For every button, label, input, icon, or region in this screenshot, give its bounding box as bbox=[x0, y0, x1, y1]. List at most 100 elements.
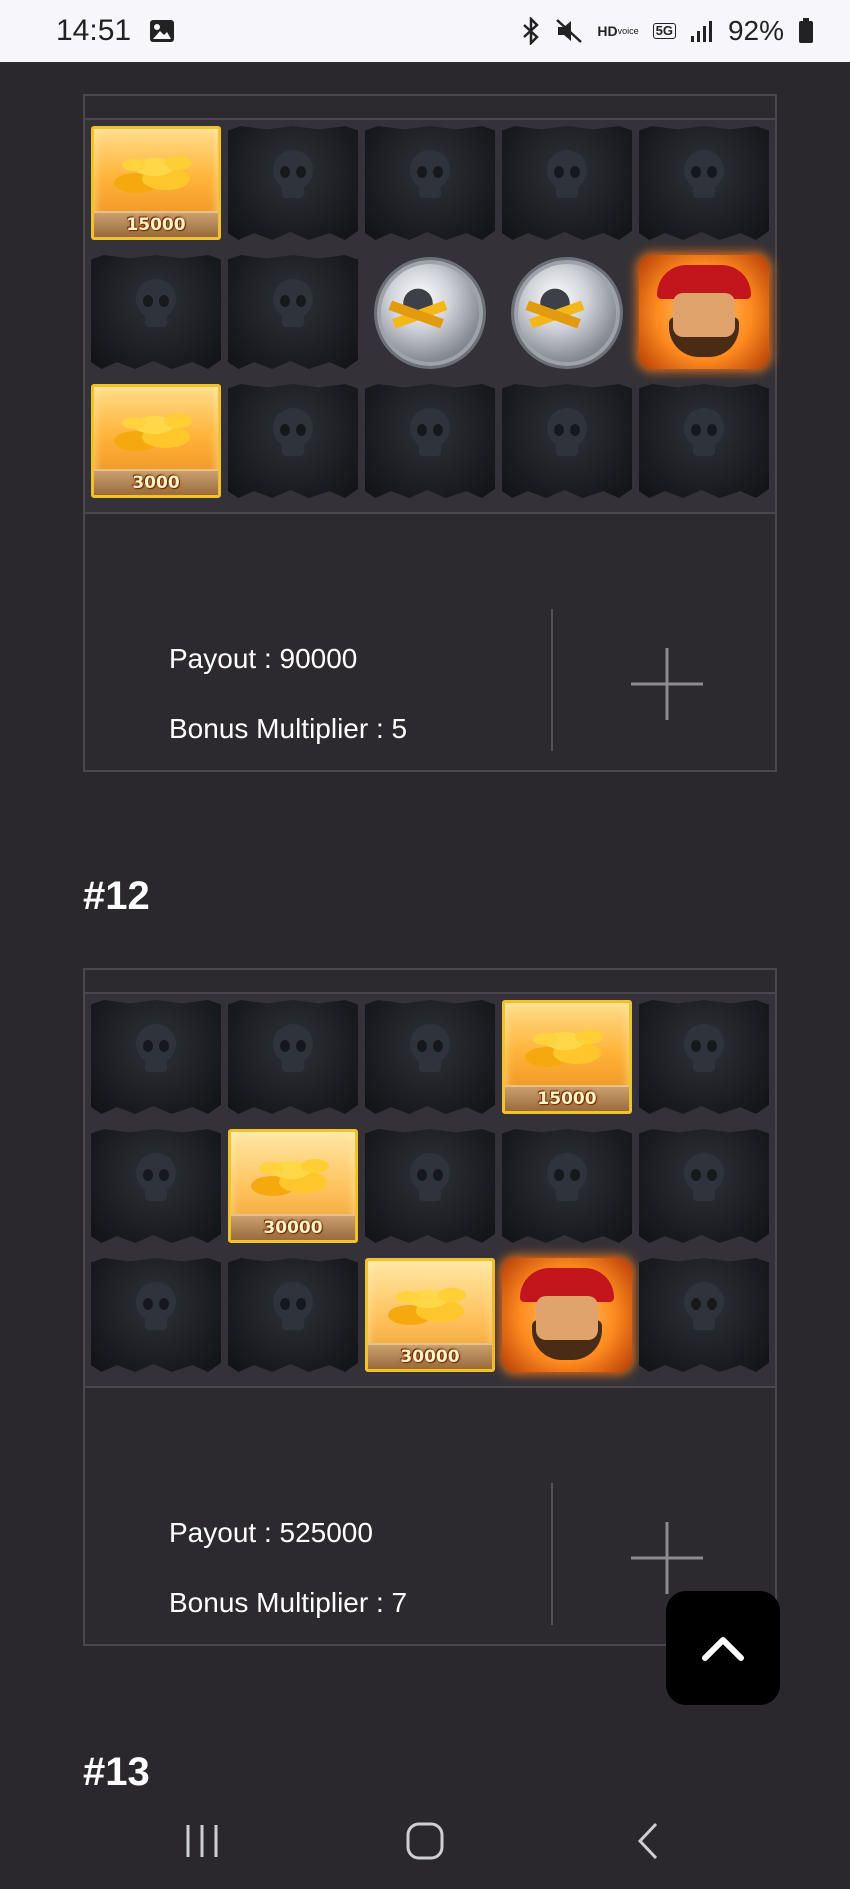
mute-icon bbox=[555, 17, 583, 45]
skull-icon bbox=[684, 408, 724, 456]
pirate-flag-symbol bbox=[91, 1129, 221, 1243]
treasure-chest-symbol: 30000 bbox=[228, 1129, 358, 1243]
skull-icon bbox=[410, 1153, 450, 1201]
pirate-flag-symbol bbox=[91, 255, 221, 369]
skull-icon bbox=[547, 1153, 587, 1201]
system-nav-bar bbox=[0, 1797, 850, 1889]
payout-label: Payout : 90000 bbox=[169, 643, 358, 674]
symbol-value-label: 3000 bbox=[132, 473, 180, 493]
pirate-flag-symbol bbox=[639, 1000, 769, 1114]
skull-icon bbox=[273, 408, 313, 456]
gold-coins-symbol: 15000 bbox=[502, 1000, 632, 1114]
treasure-chest-symbol: 30000 bbox=[365, 1258, 495, 1372]
card-header-strip bbox=[85, 96, 775, 120]
symbol-value-label: 30000 bbox=[263, 1218, 323, 1238]
skull-icon bbox=[136, 1282, 176, 1330]
battery-percent: 92% bbox=[727, 15, 784, 46]
pirate-flag-symbol bbox=[502, 126, 632, 240]
silver-coin-symbol bbox=[365, 255, 495, 369]
hd-label: HD bbox=[597, 23, 618, 39]
divider bbox=[551, 609, 553, 751]
skull-icon bbox=[684, 1153, 724, 1201]
pirate-flag-symbol bbox=[639, 1258, 769, 1372]
skull-icon bbox=[684, 1282, 724, 1330]
pirate-flag-symbol bbox=[502, 384, 632, 498]
pirate-flag-symbol bbox=[91, 1258, 221, 1372]
result-title: #12 bbox=[83, 874, 150, 918]
divider bbox=[551, 1483, 553, 1625]
symbol-value-label: 15000 bbox=[537, 1089, 597, 1109]
pirate-flag-symbol bbox=[639, 384, 769, 498]
expand-plus-icon[interactable] bbox=[629, 1520, 705, 1596]
crossed-swords-icon bbox=[525, 288, 585, 329]
pirate-flag-symbol bbox=[228, 255, 358, 369]
pirate-flag-symbol bbox=[365, 384, 495, 498]
slot-grid: 15000 30000 30000 bbox=[85, 994, 775, 1388]
pirate-flag-symbol bbox=[639, 1129, 769, 1243]
home-icon bbox=[406, 1822, 444, 1859]
coins-icon bbox=[525, 1030, 603, 1067]
pirate-flag-symbol bbox=[228, 1000, 358, 1114]
coins-icon bbox=[114, 414, 192, 451]
result-title: #13 bbox=[83, 1750, 150, 1794]
pirate-flag-symbol bbox=[91, 1000, 221, 1114]
skull-icon bbox=[136, 1024, 176, 1072]
recent-apps-button[interactable] bbox=[182, 1821, 222, 1866]
5g-icon: 5G bbox=[652, 23, 676, 39]
skull-icon bbox=[273, 279, 313, 327]
symbol-value-label: 15000 bbox=[126, 215, 186, 235]
status-bar: 14:51 HD voice 5G 92% bbox=[0, 0, 850, 62]
skull-icon bbox=[273, 150, 313, 198]
clock: 14:51 bbox=[56, 14, 132, 47]
home-button[interactable] bbox=[405, 1821, 445, 1866]
bonus-multiplier-label: Bonus Multiplier : 7 bbox=[169, 1587, 408, 1618]
skull-icon bbox=[410, 150, 450, 198]
result-card: 15000 3000 Payout : 90000 Bonus Multiplie… bbox=[83, 94, 777, 772]
skull-icon bbox=[273, 1282, 313, 1330]
skull-icon bbox=[547, 150, 587, 198]
skull-icon bbox=[273, 1024, 313, 1072]
skull-icon bbox=[410, 1024, 450, 1072]
slot-grid: 15000 3000 bbox=[85, 120, 775, 514]
pirate-flag-symbol bbox=[365, 1129, 495, 1243]
back-icon bbox=[638, 1822, 658, 1859]
payout-label: Payout : 525000 bbox=[169, 1517, 373, 1548]
pirate-flag-symbol bbox=[228, 126, 358, 240]
gallery-icon bbox=[149, 19, 175, 43]
skull-icon bbox=[684, 1024, 724, 1072]
signal-icon bbox=[690, 19, 714, 43]
pirate-flag-symbol bbox=[365, 1000, 495, 1114]
silver-coin-symbol bbox=[502, 255, 632, 369]
coins-icon bbox=[114, 156, 192, 193]
result-card: 15000 30000 30000 Payout : 525000 Bonus Mu… bbox=[83, 968, 777, 1646]
scroll-to-top-button[interactable] bbox=[666, 1591, 780, 1705]
crossed-swords-icon bbox=[388, 288, 448, 329]
recent-apps-icon bbox=[186, 1824, 218, 1857]
hd-voice-icon: HD voice bbox=[597, 23, 639, 39]
pirate-flag-symbol bbox=[228, 384, 358, 498]
coins-icon bbox=[251, 1159, 329, 1196]
gold-coins-symbol: 3000 bbox=[91, 384, 221, 498]
pirate-captain-symbol bbox=[502, 1258, 632, 1372]
pirate-flag-symbol bbox=[502, 1129, 632, 1243]
chevron-up-icon bbox=[702, 1637, 744, 1661]
bonus-multiplier-label: Bonus Multiplier : 5 bbox=[169, 713, 408, 744]
battery-icon bbox=[798, 18, 814, 44]
skull-icon bbox=[136, 279, 176, 327]
pirate-flag-symbol bbox=[228, 1258, 358, 1372]
skull-icon bbox=[684, 150, 724, 198]
result-info: Payout : 90000 Bonus Multiplier : 5 bbox=[85, 514, 775, 770]
back-button[interactable] bbox=[628, 1821, 668, 1866]
hd-sub-label: voice bbox=[617, 26, 639, 36]
skull-icon bbox=[547, 408, 587, 456]
skull-icon bbox=[410, 408, 450, 456]
bluetooth-icon bbox=[521, 17, 541, 45]
gold-coins-symbol: 15000 bbox=[91, 126, 221, 240]
skull-icon bbox=[136, 1153, 176, 1201]
pirate-flag-symbol bbox=[365, 126, 495, 240]
expand-plus-icon[interactable] bbox=[629, 646, 705, 722]
card-header-strip bbox=[85, 970, 775, 994]
coins-icon bbox=[388, 1288, 466, 1325]
results-list[interactable]: 15000 3000 Payout : 90000 Bonus Multiplie… bbox=[0, 62, 850, 1797]
symbol-value-label: 30000 bbox=[400, 1347, 460, 1367]
